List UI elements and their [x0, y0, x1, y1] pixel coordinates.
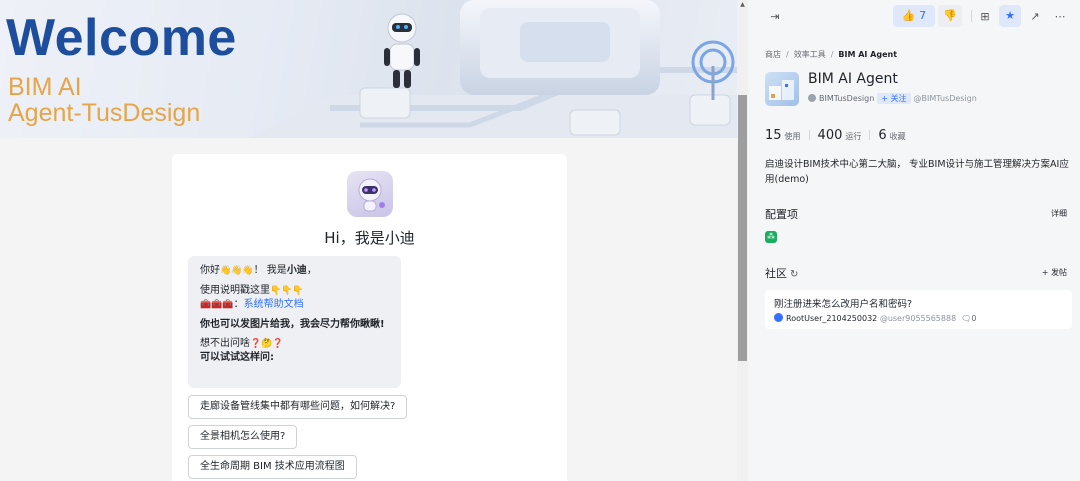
- stat-value: 400: [817, 128, 843, 143]
- banner-subtitle: BIM AI Agent-TusDesign: [8, 74, 200, 126]
- community-section-title: 社区 ↻: [765, 265, 798, 281]
- star-icon: ★: [1005, 9, 1015, 22]
- message-line: 使用说明戳这里👇👇👇 🧰🧰🧰：系统帮助文档: [200, 284, 389, 312]
- new-post-button[interactable]: + 发帖: [1042, 267, 1067, 278]
- stat-label: 使用: [784, 132, 801, 141]
- community-post[interactable]: 刚注册进来怎么改用户名和密码? RootUser_2104250032 @use…: [765, 290, 1072, 329]
- thumbs-down-icon: 👎: [943, 9, 957, 22]
- stat-label: 收藏: [889, 132, 906, 141]
- message-line: 想不出问啥❓🤔❓ 可以试试这样问:: [200, 337, 389, 364]
- config-detail-link[interactable]: 详细: [1051, 208, 1067, 219]
- stat-value: 6: [878, 128, 887, 143]
- message-text: ，: [306, 265, 317, 276]
- bot-greeting-title: Hi，我是小迪: [324, 229, 415, 247]
- message-text: ：: [233, 299, 244, 310]
- agent-avatar: [765, 72, 799, 106]
- author-name[interactable]: BIMTusDesign: [819, 94, 874, 103]
- bot-message-bubble: 你好👋👋👋！ 我是小迪， 使用说明戳这里👇👇👇 🧰🧰🧰：系统帮助文档 你也可以发…: [188, 256, 401, 388]
- toolbox-icon: 🧰🧰🧰: [200, 300, 234, 310]
- stat-uses: 15 使用: [765, 124, 801, 143]
- building-icon: [769, 80, 794, 100]
- dislike-button[interactable]: 👎: [938, 5, 962, 27]
- breadcrumb: 商店 / 效率工具 / BIM AI Agent: [765, 50, 898, 59]
- breadcrumb-item[interactable]: 商店: [765, 50, 781, 59]
- agent-author-row: BIMTusDesign + 关注 @BIMTusDesign: [808, 93, 977, 104]
- chat-pane: Welcome BIM AI Agent-TusDesign Hi，我是小迪 你…: [0, 0, 737, 481]
- banner-subtitle-line1: BIM AI: [8, 73, 82, 101]
- message-text: 你好: [200, 265, 220, 276]
- stat-value: 15: [765, 128, 782, 143]
- message-text: 你也可以发图片给我，我会尽力帮你瞅瞅!: [200, 319, 385, 330]
- comment-icon: 🗨: [961, 314, 972, 323]
- robot-icon: [358, 178, 385, 212]
- post-meta: RootUser_2104250032 @user9055565888 🗨0: [774, 313, 1063, 323]
- stat-label: 运行: [845, 132, 862, 141]
- more-icon[interactable]: ⋯: [1050, 7, 1070, 27]
- add-to-workspace-icon[interactable]: ⊞: [975, 7, 995, 27]
- suggestion-chip[interactable]: 走廊设备管线集中都有哪些问题，如何解决?: [188, 395, 408, 419]
- stat-runs: 400 运行: [818, 124, 862, 143]
- scrollbar[interactable]: ▲: [737, 0, 748, 481]
- point-down-icon: 👇👇👇: [270, 286, 304, 296]
- breadcrumb-item[interactable]: 效率工具: [794, 50, 826, 59]
- agent-name: BIM AI Agent: [808, 71, 898, 87]
- message-text: 想不出问啥: [200, 338, 250, 349]
- toolbar-divider: [971, 10, 972, 22]
- favorite-button[interactable]: ★: [999, 5, 1021, 27]
- user-avatar: [774, 313, 783, 322]
- message-text: 使用说明戳这里: [200, 285, 270, 296]
- banner-headline: Welcome: [6, 9, 237, 67]
- bot-avatar: [347, 171, 393, 217]
- suggestion-chip[interactable]: 全生命周期 BIM 技术应用流程图: [188, 455, 357, 479]
- bot-name: 小迪: [286, 265, 307, 276]
- message-line: 你好👋👋👋！ 我是小迪，: [200, 264, 389, 278]
- post-title[interactable]: 刚注册进来怎么改用户名和密码?: [774, 296, 1063, 310]
- agent-banner: Welcome BIM AI Agent-TusDesign: [0, 0, 737, 138]
- suggestion-chip[interactable]: 全景相机怎么使用?: [188, 425, 298, 449]
- message-text: 可以试试这样问:: [200, 352, 274, 363]
- follow-button[interactable]: + 关注: [877, 93, 911, 104]
- comment-count-value: 0: [971, 314, 977, 323]
- thumbs-up-icon: 👍: [901, 9, 916, 22]
- like-count: 7: [919, 9, 927, 22]
- stat-favorites: 6 收藏: [878, 124, 905, 143]
- banner-subtitle-line2: Agent-TusDesign: [8, 99, 201, 127]
- agent-description: 启迪设计BIM技术中心第二大脑， 专业BIM设计与施工管理解决方案AI应用(de…: [765, 159, 1069, 185]
- post-user-handle: @user9055565888: [879, 314, 957, 323]
- agent-detail-panel: ⇥ 👍 7 👎 ⊞ ★ ↗ ⋯ 商店 / 效率工具 / BIM AI Agent BIM…: [748, 0, 1080, 481]
- refresh-icon[interactable]: ↻: [790, 269, 798, 280]
- breadcrumb-current: BIM AI Agent: [838, 50, 898, 59]
- scrollbar-thumb[interactable]: [738, 95, 747, 361]
- message-line: 你也可以发图片给我，我会尽力帮你瞅瞅!: [200, 318, 389, 331]
- like-button[interactable]: 👍 7: [893, 5, 935, 27]
- plugin-icon[interactable]: ⁂: [765, 231, 777, 243]
- author-handle: @BIMTusDesign: [913, 94, 977, 103]
- help-docs-link[interactable]: 系统帮助文档: [244, 299, 304, 310]
- wave-hand-icon: 👋👋👋: [220, 266, 254, 276]
- message-text: ！ 我是: [253, 265, 287, 276]
- config-section-title: 配置项: [765, 208, 798, 221]
- comment-count: 🗨0: [961, 314, 976, 323]
- community-title-text: 社区: [765, 267, 787, 280]
- chat-welcome-card: Hi，我是小迪 你好👋👋👋！ 我是小迪， 使用说明戳这里👇👇👇 🧰🧰🧰：系统帮助…: [172, 154, 567, 481]
- collapse-panel-icon[interactable]: ⇥: [765, 7, 785, 27]
- agent-stats: 15 使用 400 运行 6 收藏: [765, 124, 906, 143]
- scroll-up-arrow-icon[interactable]: ▲: [737, 0, 748, 10]
- post-user[interactable]: RootUser_2104250032: [786, 314, 877, 323]
- question-icon: ❓🤔❓: [250, 339, 284, 349]
- author-avatar: [808, 94, 816, 102]
- share-icon[interactable]: ↗: [1025, 7, 1045, 27]
